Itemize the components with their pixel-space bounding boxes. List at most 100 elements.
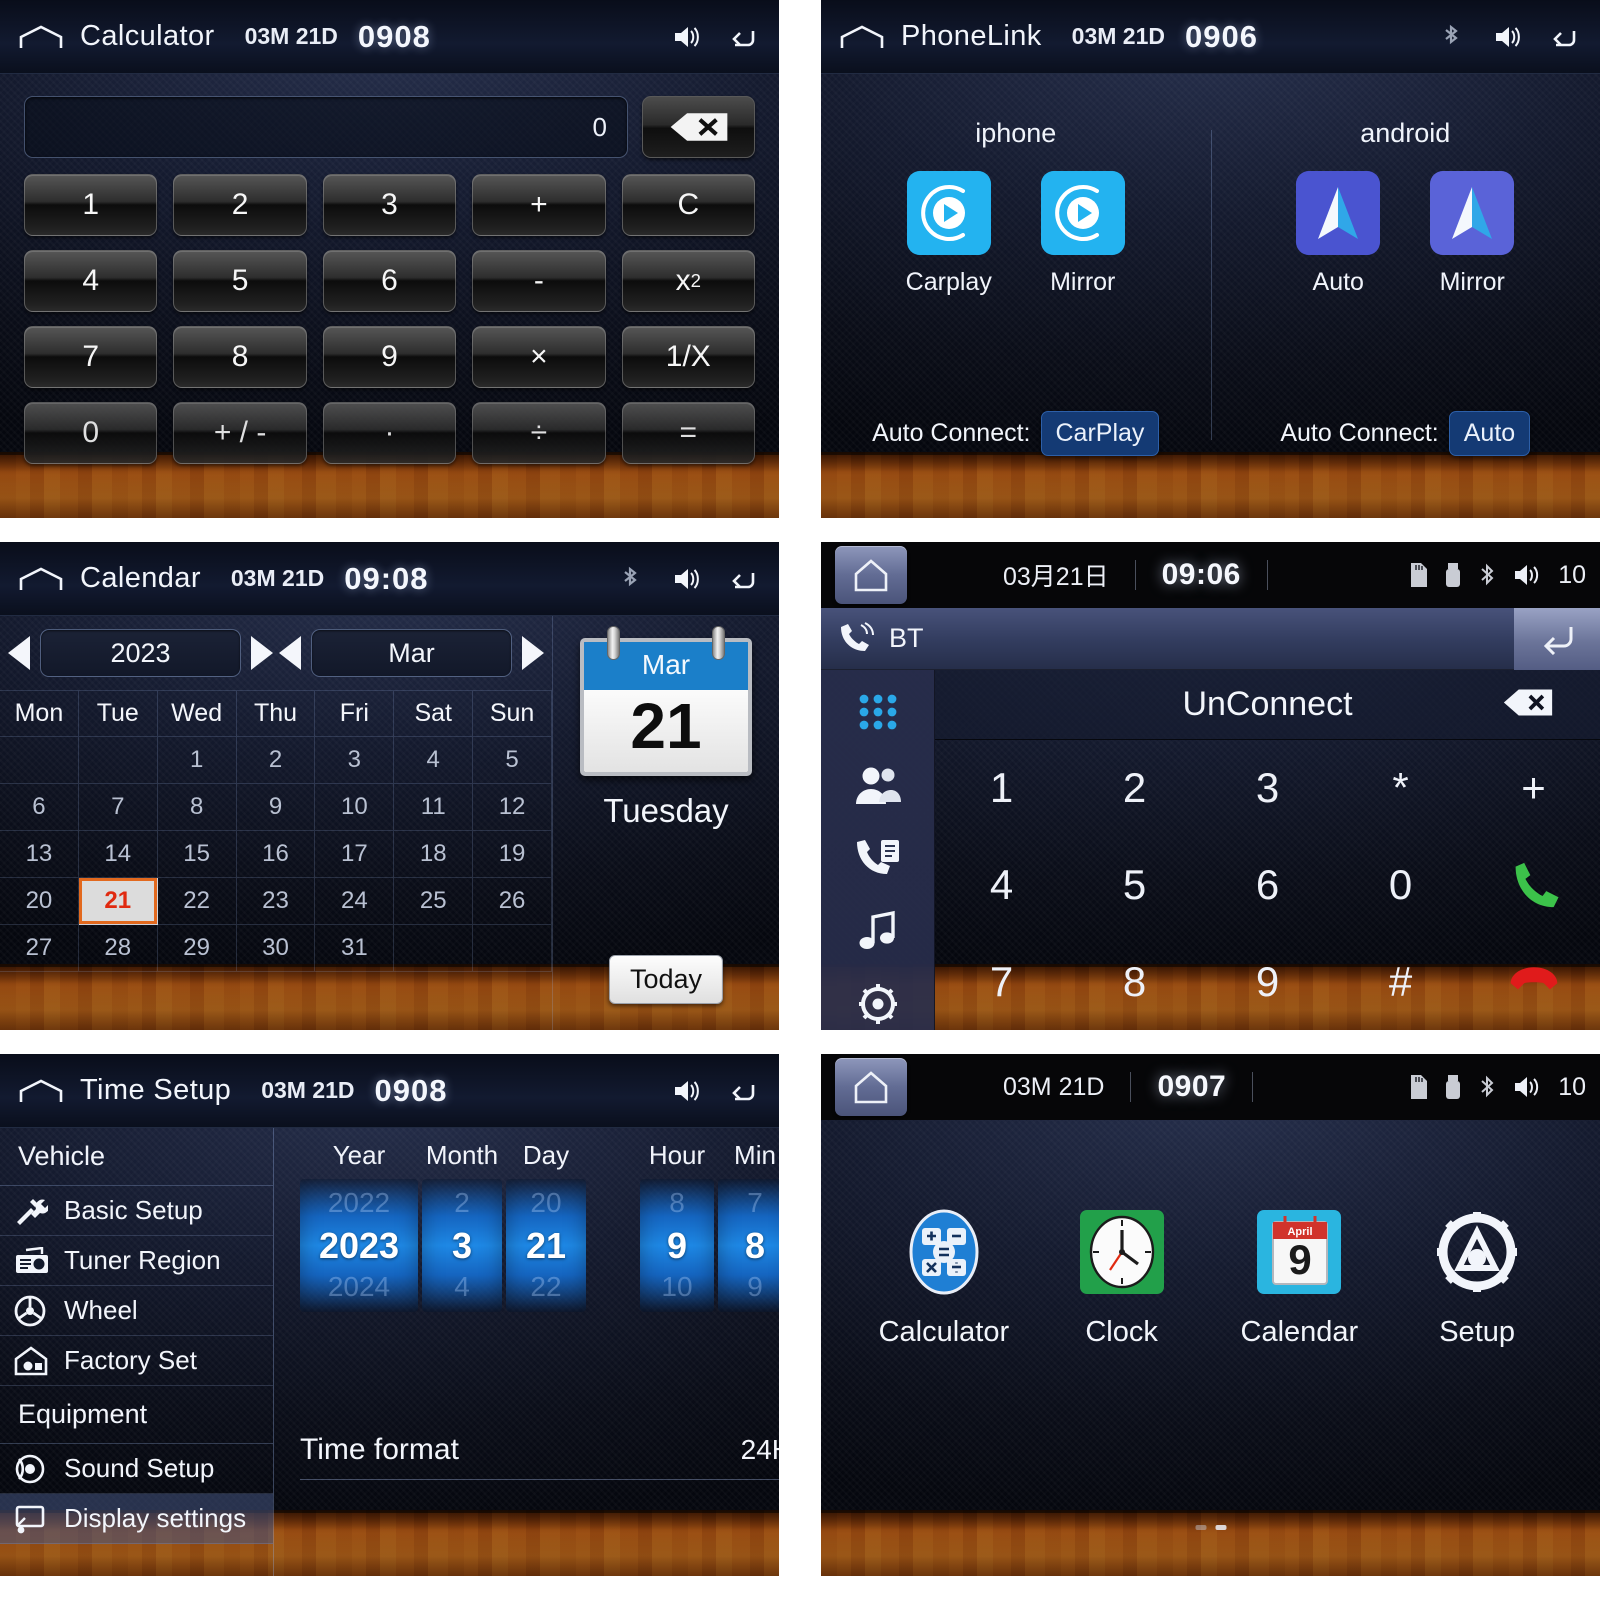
volume-icon[interactable]	[671, 1076, 701, 1106]
day-picker[interactable]: Day 20 21 22	[506, 1140, 586, 1313]
minute-picker[interactable]: Min 7 8 9	[718, 1140, 779, 1313]
today-button[interactable]: Today	[608, 955, 724, 1004]
volume-icon[interactable]	[1512, 1073, 1544, 1101]
day-cell[interactable]: 15	[157, 831, 237, 878]
volume-icon[interactable]	[671, 22, 701, 52]
day-cell[interactable]: 29	[157, 925, 237, 972]
day-cell[interactable]: 13	[0, 831, 79, 878]
back-button[interactable]	[1514, 607, 1600, 670]
dial-key-hash[interactable]: #	[1334, 933, 1467, 1030]
key-7[interactable]: 7	[24, 326, 158, 388]
key-decimal[interactable]: ·	[322, 402, 457, 464]
hour-wheel[interactable]: 8 9 10	[640, 1179, 714, 1313]
day-cell[interactable]: 30	[236, 925, 316, 972]
day-cell[interactable]: 3	[315, 737, 395, 784]
key-minus[interactable]: -	[472, 250, 606, 312]
sidebar-item-factory-set[interactable]: Factory Set	[0, 1336, 273, 1386]
key-6[interactable]: 6	[322, 250, 457, 312]
dial-key-6[interactable]: 6	[1201, 837, 1334, 934]
key-8[interactable]: 8	[173, 326, 307, 388]
day-cell[interactable]: 9	[236, 784, 316, 831]
app-calculator[interactable]: Calculator	[855, 1206, 1033, 1349]
day-cell-today[interactable]: 21	[78, 878, 158, 925]
calculator-display[interactable]: 0	[24, 96, 628, 158]
key-reciprocal[interactable]: 1/X	[621, 326, 755, 388]
day-cell[interactable]: 7	[78, 784, 158, 831]
dial-key-4[interactable]: 4	[935, 837, 1068, 934]
day-cell[interactable]: 1	[157, 737, 237, 784]
day-cell[interactable]: 24	[315, 878, 395, 925]
sidebar-item-wheel[interactable]: Wheel	[0, 1286, 273, 1336]
bluetooth-icon[interactable]	[615, 564, 645, 594]
day-cell[interactable]	[78, 737, 158, 784]
day-cell[interactable]: 14	[78, 831, 158, 878]
android-mirror-app[interactable]: Mirror	[1427, 171, 1517, 297]
dial-key-star[interactable]: *	[1334, 740, 1467, 837]
day-cell[interactable]: 27	[0, 925, 79, 972]
bt-settings-tab[interactable]	[850, 979, 906, 1030]
year-prev-arrow[interactable]	[8, 636, 30, 670]
day-cell[interactable]: 12	[473, 784, 552, 831]
day-cell[interactable]	[473, 925, 552, 972]
key-3[interactable]: 3	[322, 174, 457, 236]
volume-icon[interactable]	[1512, 561, 1544, 589]
month-picker[interactable]: Month 2 3 4	[422, 1140, 502, 1313]
month-value[interactable]: Mar	[311, 629, 512, 677]
key-sign[interactable]: + / -	[173, 402, 307, 464]
dialer-backspace-button[interactable]	[1502, 687, 1554, 722]
year-value[interactable]: 2023	[40, 629, 241, 677]
key-equals[interactable]: =	[621, 402, 755, 464]
key-5[interactable]: 5	[173, 250, 307, 312]
home-button[interactable]	[835, 546, 907, 604]
page-dot[interactable]	[1195, 1525, 1206, 1530]
day-wheel[interactable]: 20 21 22	[506, 1179, 586, 1313]
call-button[interactable]	[1467, 837, 1600, 934]
sidebar-item-sound-setup[interactable]: Sound Setup	[0, 1444, 273, 1494]
dial-key-3[interactable]: 3	[1201, 740, 1334, 837]
sidebar-item-display-settings[interactable]: Display settings	[0, 1494, 273, 1544]
day-cell[interactable]: 8	[157, 784, 237, 831]
android-auto-app[interactable]: Auto	[1293, 171, 1383, 297]
dial-key-7[interactable]: 7	[935, 933, 1068, 1030]
day-cell[interactable]: 6	[0, 784, 79, 831]
key-9[interactable]: 9	[322, 326, 457, 388]
key-multiply[interactable]: ×	[472, 326, 606, 388]
day-cell[interactable]: 31	[315, 925, 395, 972]
day-cell[interactable]: 16	[236, 831, 316, 878]
page-indicator[interactable]	[1195, 1525, 1226, 1530]
key-clear[interactable]: C	[621, 174, 755, 236]
iphone-auto-connect-value[interactable]: CarPlay	[1040, 411, 1160, 456]
key-0[interactable]: 0	[24, 402, 158, 464]
day-cell[interactable]: 2	[236, 737, 316, 784]
home-icon[interactable]	[18, 24, 64, 50]
day-cell[interactable]: 26	[473, 878, 552, 925]
home-icon[interactable]	[839, 24, 885, 50]
key-4[interactable]: 4	[24, 250, 158, 312]
app-clock[interactable]: Clock	[1033, 1206, 1211, 1349]
dial-key-2[interactable]: 2	[1068, 740, 1201, 837]
backspace-button[interactable]	[642, 96, 755, 158]
page-dot-active[interactable]	[1215, 1525, 1226, 1530]
home-button[interactable]	[835, 1058, 907, 1116]
day-cell[interactable]: 25	[394, 878, 474, 925]
key-plus[interactable]: +	[472, 174, 606, 236]
back-icon[interactable]	[727, 1076, 757, 1106]
key-square[interactable]: x2	[621, 250, 755, 312]
iphone-mirror-app[interactable]: Mirror	[1038, 171, 1128, 297]
month-prev-arrow[interactable]	[279, 636, 301, 670]
back-icon[interactable]	[727, 564, 757, 594]
volume-icon[interactable]	[1492, 22, 1522, 52]
dial-key-0[interactable]: 0	[1334, 837, 1467, 934]
back-icon[interactable]	[1548, 22, 1578, 52]
contacts-tab[interactable]	[850, 759, 906, 810]
end-call-button[interactable]	[1467, 933, 1600, 1030]
day-cell[interactable]: 5	[473, 737, 552, 784]
music-tab[interactable]	[850, 906, 906, 957]
app-calendar[interactable]: April 9 Calendar	[1211, 1206, 1389, 1349]
day-cell[interactable]: 4	[394, 737, 474, 784]
home-icon[interactable]	[18, 566, 64, 592]
dialpad-tab[interactable]	[850, 686, 906, 737]
month-next-arrow[interactable]	[522, 636, 544, 670]
time-format-row[interactable]: Time format 24H	[300, 1433, 779, 1480]
month-wheel[interactable]: 2 3 4	[422, 1179, 502, 1313]
